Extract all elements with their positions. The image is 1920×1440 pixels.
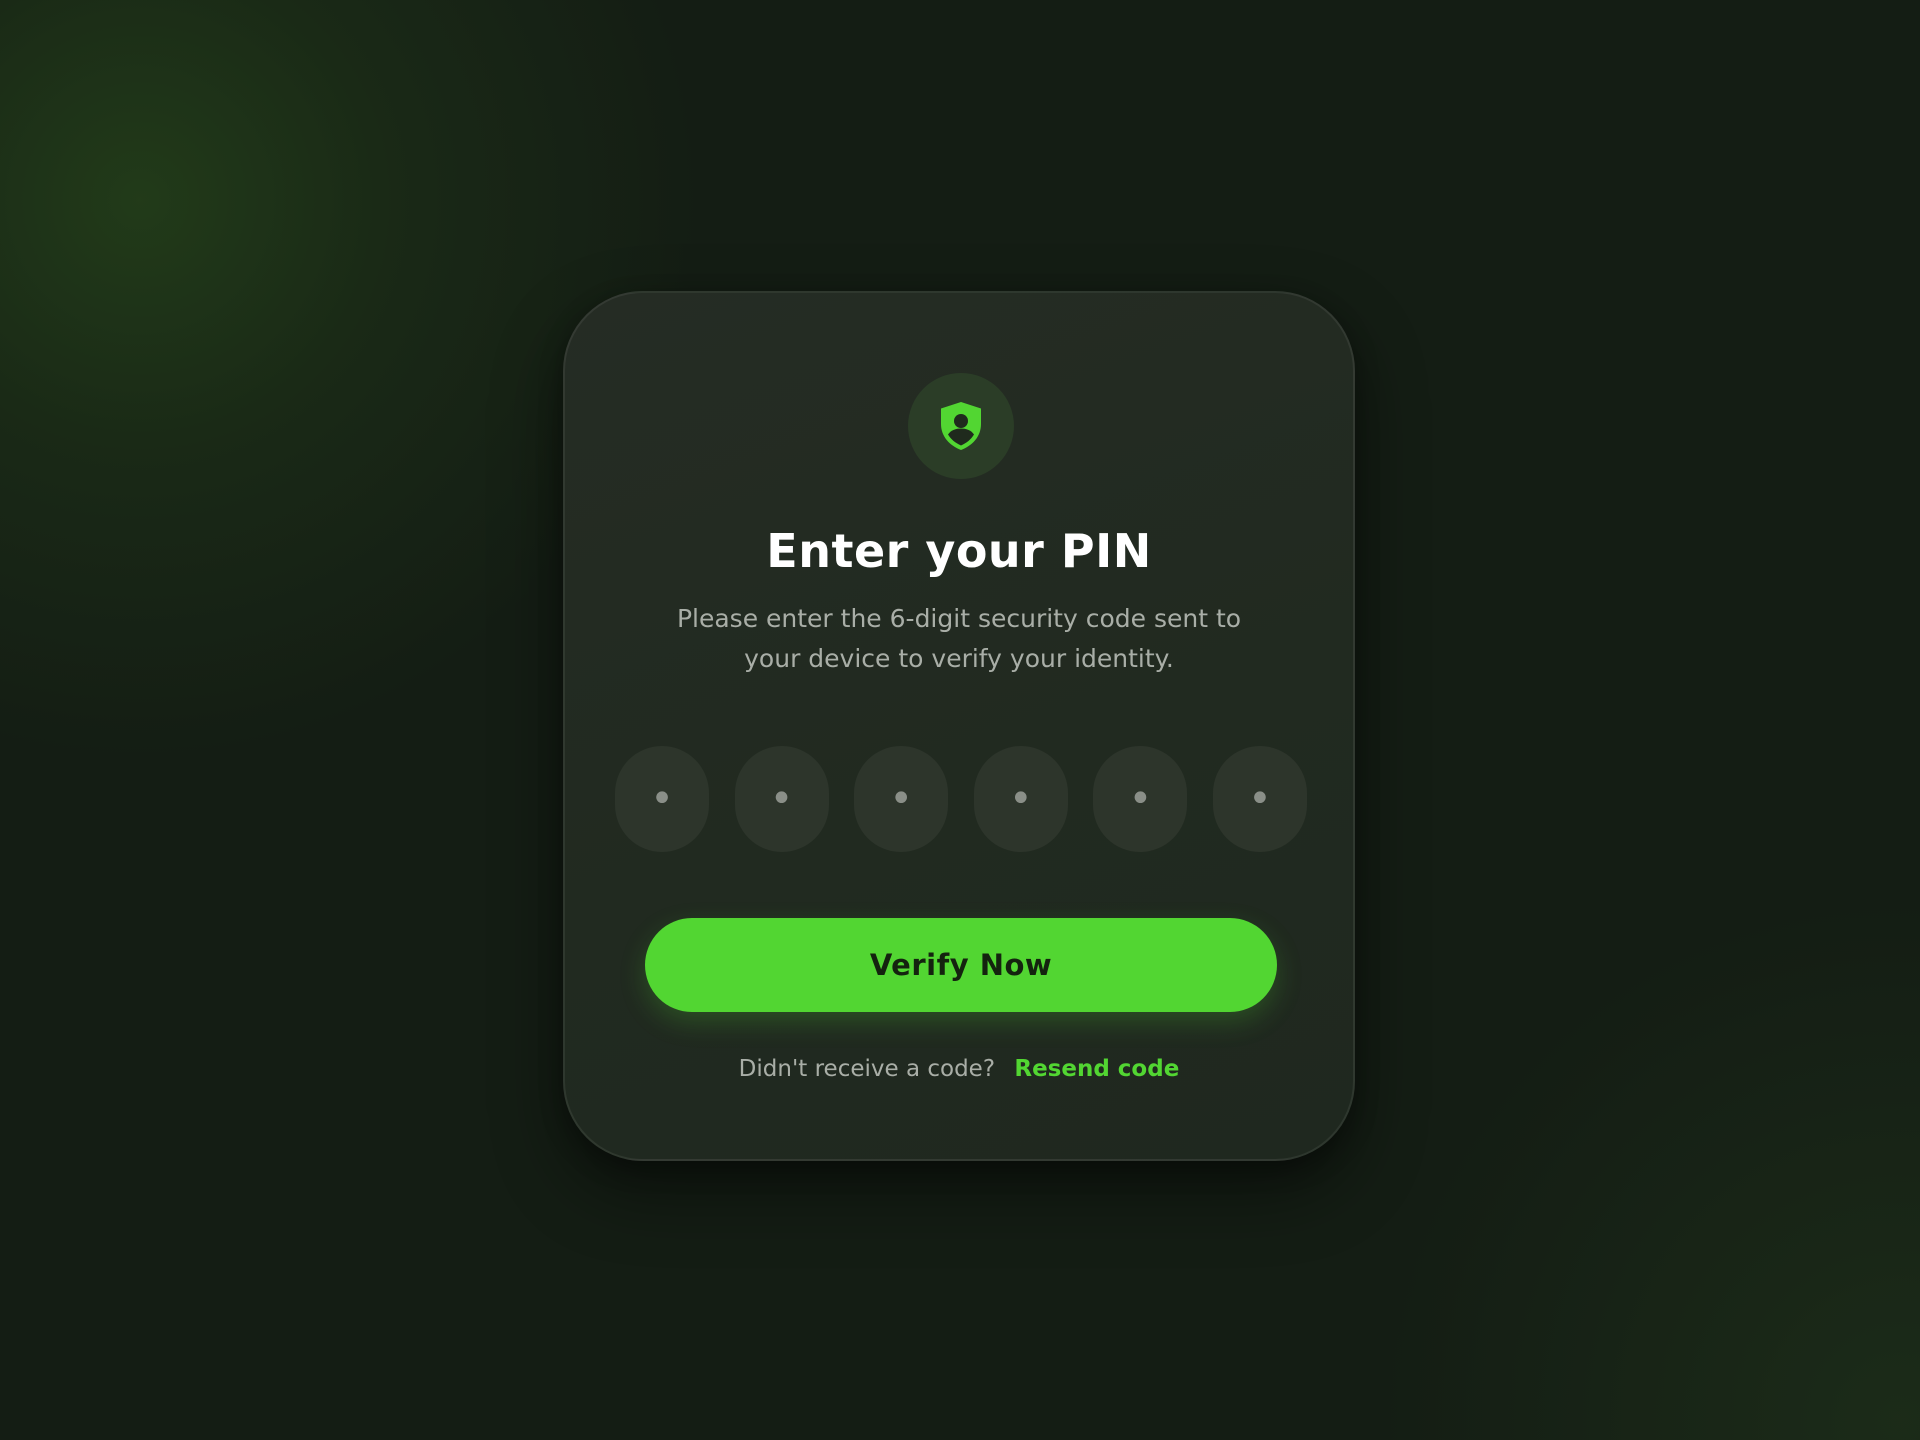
- instructions-text: Please enter the 6-digit security code s…: [676, 604, 1242, 673]
- pin-digit-2[interactable]: •: [734, 746, 829, 852]
- page-title: Enter your PIN: [766, 524, 1152, 578]
- pin-input-group: • • • • • •: [615, 746, 1307, 852]
- pin-digit-1[interactable]: •: [615, 746, 709, 852]
- resend-prompt: Didn't receive a code?: [738, 1056, 996, 1082]
- resend-code-link[interactable]: Resend code: [1014, 1056, 1179, 1082]
- pin-verification-card: Enter your PIN Please enter the 6-digit …: [563, 291, 1355, 1161]
- pin-digit-3[interactable]: •: [854, 746, 949, 852]
- pin-digit-5[interactable]: •: [1093, 746, 1188, 852]
- shield-user-icon-graphic: [941, 402, 981, 450]
- verify-button[interactable]: Verify Now: [645, 918, 1277, 1012]
- pin-digit-6[interactable]: •: [1212, 746, 1307, 852]
- shield-user-icon: [908, 373, 1014, 479]
- resend-row: Didn't receive a code? Resend code: [565, 1051, 1353, 1087]
- pin-digit-4[interactable]: •: [973, 746, 1068, 852]
